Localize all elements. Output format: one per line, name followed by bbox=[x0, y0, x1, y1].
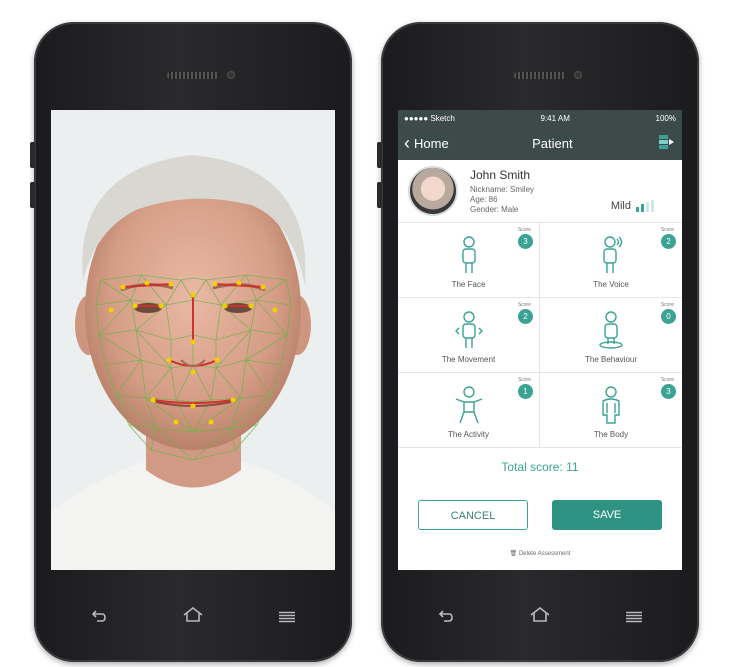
status-bar: ●●●●● Sketch 9:41 AM 100% bbox=[398, 110, 682, 126]
back-label: Home bbox=[414, 135, 449, 151]
body-person-icon bbox=[602, 386, 620, 424]
front-camera bbox=[574, 71, 582, 79]
cancel-button[interactable]: CANCEL bbox=[418, 500, 528, 530]
score-label: Score bbox=[660, 302, 674, 308]
front-camera bbox=[227, 71, 235, 79]
cell-label: The Face bbox=[451, 280, 486, 289]
delete-label: Delete Assessment bbox=[518, 551, 571, 557]
action-buttons: CANCEL SAVE bbox=[398, 500, 682, 530]
left-phone bbox=[30, 22, 352, 662]
cell-label: The Behaviour bbox=[584, 355, 638, 364]
trash-icon: 🗑 bbox=[509, 551, 518, 557]
patient-age: Age: 86 bbox=[470, 194, 498, 204]
face-scan-image bbox=[51, 110, 335, 570]
assessment-cell-body[interactable]: Score 3 The Body bbox=[540, 373, 682, 448]
score-label: Score bbox=[517, 377, 531, 383]
volume-button bbox=[30, 182, 35, 208]
patient-name: John Smith bbox=[470, 167, 531, 182]
score-badge: 2 bbox=[661, 234, 676, 249]
delete-assessment-link[interactable]: 🗑 Delete Assessment bbox=[398, 550, 682, 557]
app-bar: ‹ Home Patient bbox=[398, 126, 682, 160]
voice-person-icon bbox=[603, 236, 623, 273]
movement-person-icon bbox=[454, 311, 483, 348]
carrier-text: ●●●●● Sketch bbox=[404, 113, 455, 123]
score-badge: 2 bbox=[518, 309, 533, 324]
score-badge: 1 bbox=[518, 384, 533, 399]
face-scan-screen bbox=[51, 110, 335, 570]
assessment-cell-movement[interactable]: Score 2 The Movement bbox=[398, 298, 540, 373]
activity-person-icon bbox=[455, 386, 482, 424]
avatar bbox=[408, 166, 458, 216]
page-title: Patient bbox=[532, 135, 573, 151]
assessment-cell-activity[interactable]: Score 1 The Activity bbox=[398, 373, 540, 448]
assessment-cell-voice[interactable]: Score 2 The Voice bbox=[540, 223, 682, 298]
volume-button bbox=[377, 182, 382, 208]
assessment-cell-behaviour[interactable]: Score 0 The Behaviour bbox=[540, 298, 682, 373]
hardware-nav-keys bbox=[34, 602, 352, 632]
score-badge: 0 bbox=[661, 309, 676, 324]
signal-bars-icon bbox=[636, 200, 656, 212]
score-badge: 3 bbox=[518, 234, 533, 249]
score-label: Score bbox=[660, 377, 674, 383]
back-arrow-icon[interactable] bbox=[84, 602, 114, 632]
speaker-grille bbox=[167, 72, 219, 79]
home-icon[interactable] bbox=[178, 602, 208, 632]
back-arrow-icon[interactable] bbox=[431, 602, 461, 632]
patient-header: John Smith Nickname: Smiley Age: 86 Gend… bbox=[398, 160, 682, 223]
volume-button bbox=[377, 142, 382, 168]
score-label: Score bbox=[517, 227, 531, 233]
hardware-nav-keys bbox=[381, 602, 699, 632]
battery-text: 100% bbox=[655, 113, 676, 123]
assessment-cell-face[interactable]: Score 3 The Face bbox=[398, 223, 540, 298]
patient-screen: ●●●●● Sketch 9:41 AM 100% ‹ Home Patient bbox=[398, 110, 682, 570]
severity-label: Mild bbox=[610, 200, 631, 212]
score-badge: 3 bbox=[661, 384, 676, 399]
patient-nickname: Nickname: Smiley bbox=[470, 184, 535, 194]
chevron-left-icon: ‹ bbox=[404, 133, 410, 153]
right-phone: ●●●●● Sketch 9:41 AM 100% ‹ Home Patient bbox=[377, 22, 699, 662]
cell-label: The Body bbox=[593, 430, 629, 439]
volume-button bbox=[30, 142, 35, 168]
pain-gauge-icon[interactable] bbox=[656, 133, 676, 153]
speaker-grille bbox=[514, 72, 566, 79]
behaviour-person-icon bbox=[599, 311, 623, 349]
patient-gender: Gender: Male bbox=[470, 204, 519, 214]
cell-label: The Voice bbox=[593, 280, 629, 289]
score-label: Score bbox=[517, 302, 531, 308]
assessment-grid: Score 3 The Face Score 2 The Voice Score… bbox=[398, 223, 682, 448]
cell-label: The Movement bbox=[441, 355, 496, 364]
save-button[interactable]: SAVE bbox=[552, 500, 662, 530]
menu-lines-icon[interactable] bbox=[619, 602, 649, 632]
time-text: 9:41 AM bbox=[540, 113, 570, 123]
total-score: Total score: 11 bbox=[501, 460, 579, 474]
score-label: Score bbox=[660, 227, 674, 233]
face-person-icon bbox=[461, 236, 476, 273]
severity-indicator: Mild bbox=[611, 200, 656, 212]
cell-label: The Activity bbox=[448, 430, 489, 439]
home-back-button[interactable]: ‹ Home bbox=[404, 134, 449, 152]
menu-lines-icon[interactable] bbox=[272, 602, 302, 632]
home-icon[interactable] bbox=[525, 602, 555, 632]
